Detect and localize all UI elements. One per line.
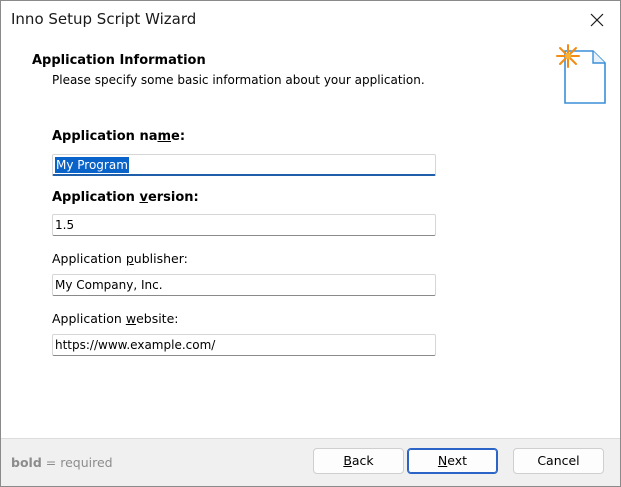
cancel-button[interactable]: Cancel [513,448,604,474]
app-publisher-value: My Company, Inc. [55,278,163,292]
footer-bar: bold = required Back Next Cancel [1,438,620,486]
app-website-value: https://www.example.com/ [55,338,216,352]
app-version-label: Application version: [52,190,199,205]
title-bar: Inno Setup Script Wizard [1,1,620,39]
app-website-input[interactable]: https://www.example.com/ [52,334,436,356]
app-website-label: Application website: [52,311,179,326]
back-button[interactable]: Back [313,448,404,474]
app-version-input[interactable]: 1.5 [52,214,436,236]
window-title: Inno Setup Script Wizard [11,10,197,28]
required-hint: bold = required [11,455,113,470]
app-publisher-label: Application publisher: [52,251,188,266]
app-version-value: 1.5 [55,218,75,232]
close-button[interactable] [582,5,612,35]
document-sparkle-icon [556,44,606,104]
app-name-label: Application name: [52,129,186,144]
wizard-window: Inno Setup Script Wizard Application Inf… [0,0,621,487]
close-icon [590,13,604,27]
next-button[interactable]: Next [407,448,498,474]
app-name-input[interactable]: My Program [52,154,436,176]
page-subtitle: Please specify some basic information ab… [52,73,425,87]
app-publisher-input[interactable]: My Company, Inc. [52,274,436,296]
page-title: Application Information [32,53,206,68]
app-name-value: My Program [55,157,129,173]
